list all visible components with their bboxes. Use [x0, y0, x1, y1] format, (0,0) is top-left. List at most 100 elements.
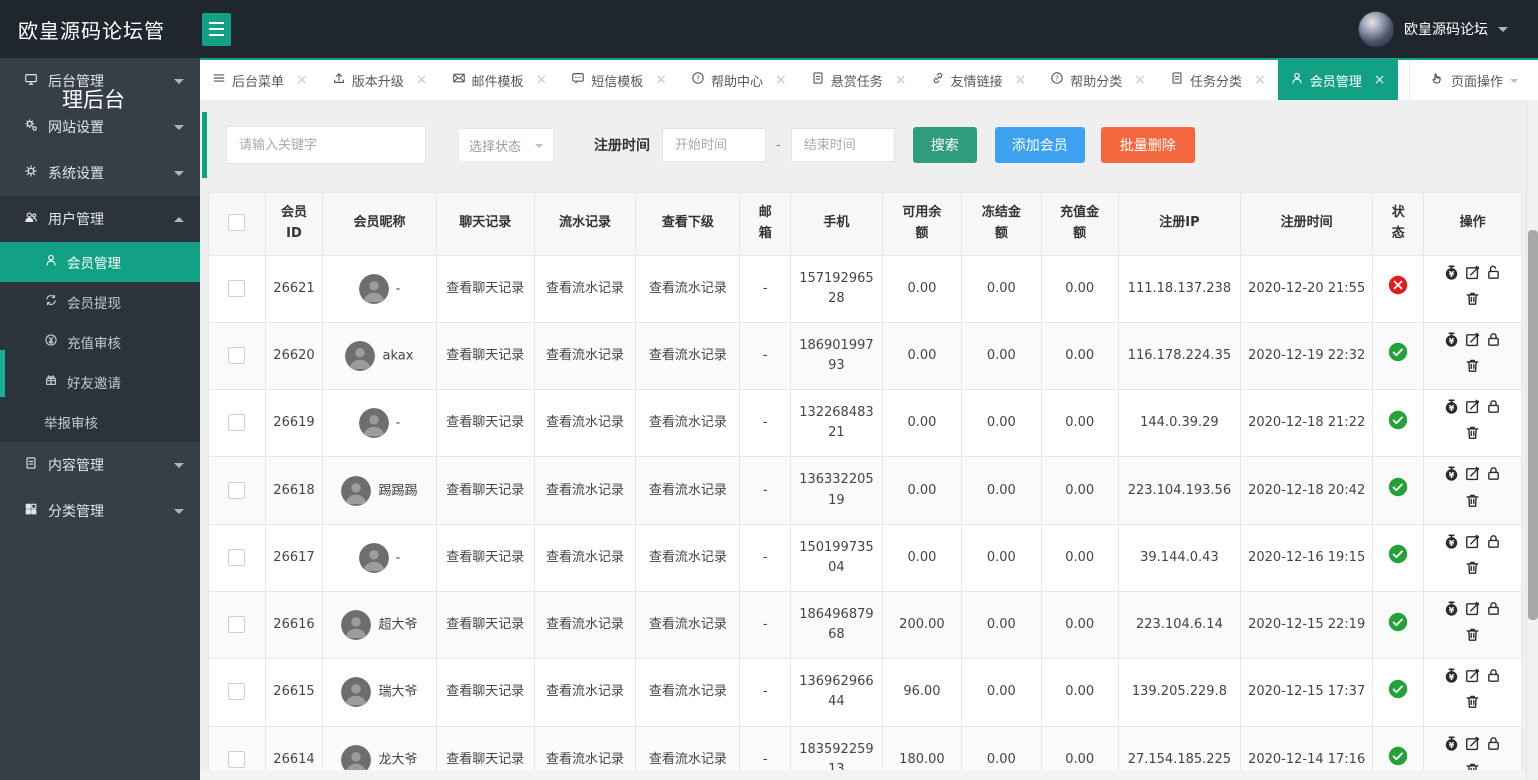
- chat-log-link[interactable]: 查看聊天记录: [435, 254, 535, 323]
- close-icon[interactable]: ×: [655, 72, 667, 88]
- sidebar-toggle-button[interactable]: [202, 12, 231, 46]
- delete-button[interactable]: [1462, 427, 1483, 445]
- user-menu[interactable]: 欧皇源码论坛: [1358, 11, 1538, 47]
- edit-button[interactable]: [1462, 736, 1483, 756]
- close-icon[interactable]: ×: [1015, 72, 1027, 88]
- chat-log-link[interactable]: 查看聊天记录: [435, 456, 535, 525]
- balance-button[interactable]: ¥: [1441, 332, 1462, 352]
- search-button[interactable]: 搜索: [912, 127, 977, 163]
- sidebar-item-user-management[interactable]: 用户管理: [0, 196, 200, 242]
- chat-log-link[interactable]: 查看聊天记录: [435, 590, 535, 660]
- unlock-button[interactable]: [1483, 265, 1504, 285]
- tab-help-category[interactable]: ? 帮助分类 ×: [1038, 60, 1158, 100]
- tab-sms-template[interactable]: 短信模板 ×: [559, 60, 679, 100]
- subordinate-link[interactable]: 查看流水记录: [635, 658, 741, 727]
- close-icon[interactable]: ×: [296, 72, 308, 88]
- sidebar-item-site-settings[interactable]: 网站设置: [0, 104, 200, 150]
- close-icon[interactable]: ×: [775, 72, 787, 88]
- sidebar-item-friend-invite[interactable]: 好友邀请: [0, 362, 200, 402]
- start-time-input[interactable]: [662, 128, 766, 162]
- sidebar-item-report-audit[interactable]: 举报审核: [0, 402, 200, 442]
- balance-button[interactable]: ¥: [1441, 466, 1462, 486]
- close-icon[interactable]: ×: [536, 72, 548, 88]
- subordinate-link[interactable]: 查看流水记录: [635, 254, 741, 323]
- flow-log-link[interactable]: 查看流水记录: [533, 523, 637, 593]
- tab-version-upgrade[interactable]: 版本升级 ×: [320, 60, 440, 100]
- tab-mail-template[interactable]: 邮件模板 ×: [440, 60, 560, 100]
- select-all-checkbox[interactable]: [228, 214, 246, 232]
- balance-button[interactable]: ¥: [1441, 668, 1462, 688]
- tab-friend-links[interactable]: 友情链接 ×: [919, 60, 1039, 100]
- flow-log-link[interactable]: 查看流水记录: [533, 321, 637, 391]
- add-member-button[interactable]: 添加会员: [994, 127, 1085, 163]
- flow-log-link[interactable]: 查看流水记录: [533, 590, 637, 660]
- tab-reward-task[interactable]: 悬赏任务 ×: [799, 60, 919, 100]
- balance-button[interactable]: ¥: [1441, 736, 1462, 756]
- delete-button[interactable]: [1462, 494, 1483, 513]
- edit-button[interactable]: [1462, 332, 1483, 352]
- keyword-input[interactable]: [226, 126, 426, 164]
- lock-button[interactable]: [1483, 669, 1504, 688]
- close-icon[interactable]: ×: [1374, 72, 1386, 88]
- sidebar-item-category-management[interactable]: 分类管理: [0, 488, 200, 534]
- sidebar-item-dashboard[interactable]: 后台管理: [0, 58, 200, 104]
- tab-task-category[interactable]: 任务分类 ×: [1158, 60, 1278, 100]
- delete-button[interactable]: [1462, 561, 1483, 580]
- sidebar-item-member-withdraw[interactable]: 会员提现: [0, 282, 200, 322]
- close-icon[interactable]: ×: [416, 72, 428, 88]
- row-checkbox[interactable]: [228, 279, 246, 297]
- close-icon[interactable]: ×: [895, 72, 907, 88]
- chat-log-link[interactable]: 查看聊天记录: [435, 658, 535, 727]
- lock-button[interactable]: [1483, 736, 1504, 756]
- edit-button[interactable]: [1462, 467, 1483, 486]
- balance-button[interactable]: ¥: [1441, 534, 1462, 554]
- subordinate-link[interactable]: 查看流水记录: [635, 523, 741, 593]
- flow-log-link[interactable]: 查看流水记录: [533, 456, 637, 525]
- chat-log-link[interactable]: 查看聊天记录: [435, 389, 535, 458]
- delete-button[interactable]: [1462, 359, 1483, 378]
- edit-button[interactable]: [1462, 668, 1483, 688]
- chat-log-link[interactable]: 查看聊天记录: [435, 321, 535, 391]
- flow-log-link[interactable]: 查看流水记录: [533, 389, 637, 458]
- delete-button[interactable]: [1462, 628, 1483, 647]
- chat-log-link[interactable]: 查看聊天记录: [435, 523, 535, 593]
- sidebar-scrollbar-thumb[interactable]: [0, 350, 5, 397]
- flow-log-link[interactable]: 查看流水记录: [533, 254, 637, 323]
- balance-button[interactable]: ¥: [1441, 601, 1462, 621]
- row-checkbox[interactable]: [228, 414, 246, 432]
- end-time-input[interactable]: [790, 128, 895, 162]
- vertical-scrollbar-thumb[interactable]: [1528, 230, 1538, 620]
- row-checkbox[interactable]: [228, 683, 246, 701]
- row-checkbox[interactable]: [228, 548, 246, 566]
- lock-button[interactable]: [1483, 467, 1504, 486]
- delete-button[interactable]: [1462, 696, 1483, 714]
- tab-backend-menu[interactable]: 后台菜单 ×: [200, 60, 320, 100]
- edit-button[interactable]: [1462, 601, 1483, 621]
- tab-help-center[interactable]: ? 帮助中心 ×: [679, 60, 799, 100]
- balance-button[interactable]: ¥: [1441, 399, 1462, 419]
- page-actions-button[interactable]: 页面操作: [1408, 60, 1538, 100]
- lock-button[interactable]: [1483, 534, 1504, 554]
- delete-button[interactable]: [1462, 292, 1483, 311]
- flow-log-link[interactable]: 查看流水记录: [533, 658, 637, 727]
- subordinate-link[interactable]: 查看流水记录: [635, 456, 741, 525]
- row-checkbox[interactable]: [228, 346, 246, 364]
- subordinate-link[interactable]: 查看流水记录: [635, 389, 741, 458]
- lock-button[interactable]: [1483, 602, 1504, 621]
- tab-member-management[interactable]: 会员管理 ×: [1277, 60, 1398, 100]
- sidebar-item-member-management[interactable]: 会员管理: [0, 242, 200, 282]
- close-icon[interactable]: ×: [1134, 72, 1146, 88]
- subordinate-link[interactable]: 查看流水记录: [635, 590, 741, 660]
- close-icon[interactable]: ×: [1254, 72, 1266, 88]
- status-select[interactable]: 选择状态: [458, 128, 554, 162]
- batch-delete-button[interactable]: 批量删除: [1100, 127, 1195, 163]
- balance-button[interactable]: ¥: [1441, 265, 1462, 285]
- edit-button[interactable]: [1462, 399, 1483, 419]
- subordinate-link[interactable]: 查看流水记录: [635, 321, 741, 391]
- sidebar-item-recharge-audit[interactable]: 充值审核: [0, 322, 200, 362]
- row-checkbox[interactable]: [228, 616, 246, 634]
- edit-button[interactable]: [1462, 265, 1483, 285]
- edit-button[interactable]: [1462, 534, 1483, 554]
- sidebar-item-system-settings[interactable]: 系统设置: [0, 150, 200, 196]
- row-checkbox[interactable]: [228, 481, 246, 499]
